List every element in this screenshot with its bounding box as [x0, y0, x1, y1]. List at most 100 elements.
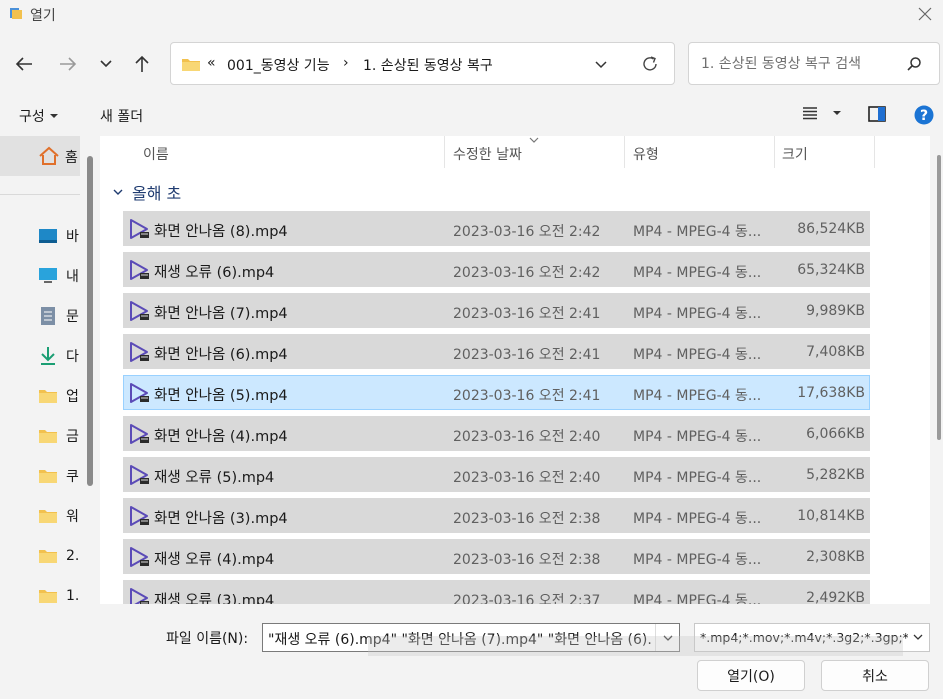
- search-input[interactable]: [699, 53, 899, 75]
- file-row[interactable]: 화면 안나옴 (7).mp4 2023-03-16 오전 2:41 MP4 - MP…: [123, 293, 870, 328]
- filename-label: 파일 이름(N):: [166, 631, 249, 647]
- open-button[interactable]: 열기(O): [697, 660, 805, 691]
- video-file-icon: [128, 587, 150, 604]
- address-dropdown-button[interactable]: [593, 56, 609, 76]
- file-size: 86,524KB: [797, 221, 865, 237]
- file-name: 화면 안나옴 (7).mp4: [154, 306, 288, 322]
- nav-item-desktop[interactable]: 바: [38, 225, 79, 247]
- file-size: 9,989KB: [806, 303, 865, 319]
- nav-item-folder-2[interactable]: 금: [38, 425, 79, 447]
- file-name: 화면 안나옴 (3).mp4: [154, 511, 288, 527]
- file-row[interactable]: 재생 오류 (6).mp4 2023-03-16 오전 2:42 MP4 - MPE…: [123, 252, 870, 287]
- up-button[interactable]: [128, 50, 156, 78]
- document-icon: [38, 307, 58, 325]
- cancel-button[interactable]: 취소: [821, 660, 929, 691]
- refresh-button[interactable]: [640, 54, 660, 78]
- file-row[interactable]: 화면 안나옴 (8).mp4 2023-03-16 오전 2:42 MP4 - MP…: [123, 211, 870, 246]
- file-name: 화면 안나옴 (5).mp4: [154, 388, 288, 404]
- nav-item-label: 1.: [66, 588, 80, 604]
- help-button[interactable]: ?: [914, 105, 934, 129]
- breadcrumb-item-1[interactable]: 001_동영상 기능: [227, 55, 330, 75]
- nav-item-folder-6[interactable]: 1.: [38, 585, 79, 604]
- nav-item-folder-5[interactable]: 2.: [38, 545, 79, 567]
- navigation-pane[interactable]: 홈 바 내 문 다 업 금 쿠 워 2. 1.: [0, 136, 97, 604]
- folder-icon: [38, 387, 58, 405]
- nav-item-downloads[interactable]: 다: [38, 345, 79, 367]
- new-folder-label: 새 폴더: [100, 109, 144, 125]
- column-header-date[interactable]: 수정한 날짜: [453, 144, 522, 164]
- search-button[interactable]: [906, 56, 922, 76]
- file-name: 재생 오류 (3).mp4: [154, 593, 275, 604]
- organize-button[interactable]: 구성: [19, 104, 59, 128]
- file-row[interactable]: 화면 안나옴 (6).mp4 2023-03-16 오전 2:41 MP4 - MP…: [123, 334, 870, 369]
- nav-item-label: 쿠: [66, 469, 79, 485]
- file-list[interactable]: 이름 수정한 날짜 유형 크기 올해 초 화면 안나옴 (8).mp4 2023-…: [100, 136, 930, 604]
- nav-item-documents[interactable]: 문: [38, 305, 79, 327]
- chevron-down-icon: [100, 60, 112, 68]
- nav-item-label: 업: [66, 389, 79, 405]
- column-divider[interactable]: [444, 136, 445, 168]
- nav-scrollbar[interactable]: [87, 156, 93, 486]
- download-icon: [38, 347, 58, 365]
- help-icon: ?: [914, 105, 934, 125]
- title-bar: 열기: [0, 0, 943, 28]
- file-row[interactable]: 화면 안나옴 (3).mp4 2023-03-16 오전 2:38 MP4 - MP…: [123, 498, 870, 533]
- breadcrumb-overflow[interactable]: «: [207, 55, 216, 71]
- nav-item-this-pc[interactable]: 내: [38, 265, 79, 287]
- nav-item-folder-1[interactable]: 업: [38, 385, 79, 407]
- column-divider[interactable]: [624, 136, 625, 168]
- breadcrumb-item-2[interactable]: 1. 손상된 동영상 복구: [363, 55, 493, 75]
- view-options-button[interactable]: [802, 106, 842, 120]
- breadcrumb-separator-icon[interactable]: ›: [343, 55, 349, 71]
- file-name: 재생 오류 (5).mp4: [154, 470, 275, 486]
- recent-locations-button[interactable]: [92, 50, 120, 78]
- file-row[interactable]: 화면 안나옴 (4).mp4 2023-03-16 오전 2:40 MP4 - MP…: [123, 416, 870, 451]
- group-header[interactable]: 올해 초: [112, 180, 181, 204]
- file-size: 2,308KB: [806, 549, 865, 565]
- file-type: MP4 - MPEG-4 동...: [633, 388, 762, 404]
- monitor-icon: [38, 267, 58, 285]
- overlay-watermark: [368, 636, 903, 656]
- caret-down-icon: [49, 114, 58, 118]
- sort-chevron-icon: [529, 137, 539, 143]
- nav-item-folder-3[interactable]: 쿠: [38, 465, 79, 487]
- column-divider[interactable]: [774, 136, 775, 168]
- search-box[interactable]: [688, 42, 940, 85]
- close-button[interactable]: [911, 0, 939, 28]
- column-header-type[interactable]: 유형: [633, 144, 659, 164]
- caret-down-icon: [833, 111, 841, 115]
- column-header-name[interactable]: 이름: [143, 144, 169, 164]
- nav-item-label: 홈: [65, 150, 78, 166]
- arrow-left-icon: [15, 57, 32, 71]
- file-row[interactable]: 화면 안나옴 (5).mp4 2023-03-16 오전 2:41 MP4 - MP…: [123, 375, 870, 410]
- arrow-up-icon: [135, 55, 149, 72]
- file-row[interactable]: 재생 오류 (4).mp4 2023-03-16 오전 2:38 MP4 - MPE…: [123, 539, 870, 574]
- file-type: MP4 - MPEG-4 동...: [633, 224, 762, 240]
- nav-item-folder-4[interactable]: 워: [38, 505, 79, 527]
- folder-icon: [38, 587, 58, 604]
- folder-icon: [182, 59, 200, 71]
- new-folder-button[interactable]: 새 폴더: [100, 104, 143, 128]
- nav-item-label: 워: [66, 509, 79, 525]
- back-button[interactable]: [10, 50, 38, 78]
- file-date: 2023-03-16 오전 2:41: [453, 306, 601, 322]
- file-type: MP4 - MPEG-4 동...: [633, 306, 762, 322]
- file-list-scrollbar[interactable]: [937, 155, 941, 440]
- video-file-icon: [128, 423, 150, 445]
- folder-icon: [38, 467, 58, 485]
- file-date: 2023-03-16 오전 2:40: [453, 429, 601, 445]
- file-row[interactable]: 재생 오류 (5).mp4 2023-03-16 오전 2:40 MP4 - MPE…: [123, 457, 870, 492]
- column-header-size[interactable]: 크기: [782, 144, 808, 164]
- file-date: 2023-03-16 오전 2:42: [453, 265, 601, 281]
- column-divider[interactable]: [874, 136, 875, 168]
- home-icon: [39, 146, 59, 165]
- nav-item-label: 다: [66, 349, 79, 365]
- folder-icon: [38, 547, 58, 565]
- file-row[interactable]: 재생 오류 (3).mp4 2023-03-16 오전 2:37 MP4 - MPE…: [123, 580, 870, 604]
- nav-divider: [0, 194, 80, 195]
- address-bar[interactable]: « 001_동영상 기능 › 1. 손상된 동영상 복구: [170, 42, 675, 85]
- file-size: 65,324KB: [797, 262, 865, 278]
- forward-button[interactable]: [54, 50, 82, 78]
- preview-pane-button[interactable]: [868, 106, 886, 126]
- nav-item-home[interactable]: 홈: [0, 136, 80, 176]
